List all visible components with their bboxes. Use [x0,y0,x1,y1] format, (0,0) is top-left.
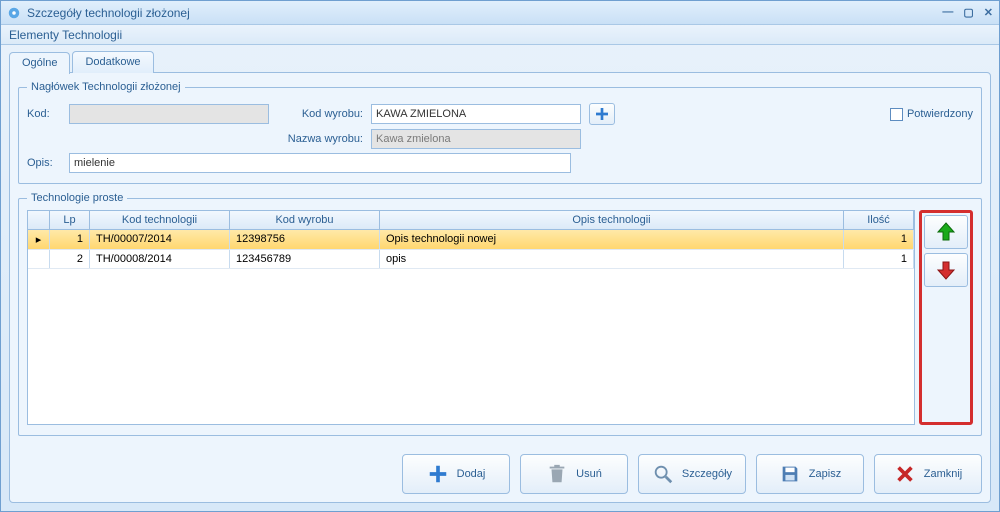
cell-kodtech: TH/00008/2014 [90,250,230,268]
zapisz-button[interactable]: Zapisz [756,454,864,494]
usun-button[interactable]: Usuń [520,454,628,494]
kod-wyrobu-input[interactable] [371,104,581,124]
cell-kodtech: TH/00007/2014 [90,230,230,249]
grid-header: Lp Kod technologii Kod wyrobu Opis techn… [28,211,914,230]
cell-kodwyr: 12398756 [230,230,380,249]
table-row[interactable]: ▸1TH/00007/201412398756Opis technologii … [28,230,914,250]
grid-body: ▸1TH/00007/201412398756Opis technologii … [28,230,914,269]
app-icon [7,6,21,20]
tab-general[interactable]: Ogólne [9,52,70,74]
opis-label: Opis: [27,157,61,169]
plus-icon [427,463,449,485]
app-window: Szczegóły technologii złożonej — ▢ ✕ Ele… [0,0,1000,512]
zamknij-button[interactable]: Zamknij [874,454,982,494]
potwierdzony-label: Potwierdzony [907,108,973,120]
arrow-up-icon [934,220,958,244]
cell-lp: 1 [50,230,90,249]
tabstrip: Ogólne Dodatkowe [9,51,991,73]
save-icon [779,463,801,485]
col-lp[interactable]: Lp [50,211,90,229]
dodaj-button[interactable]: Dodaj [402,454,510,494]
body: Ogólne Dodatkowe Nagłówek Technologii zł… [1,45,999,511]
maximize-button[interactable]: ▢ [963,6,973,19]
col-kodtech[interactable]: Kod technologii [90,211,230,229]
cell-ilosc: 1 [844,250,914,268]
potwierdzony-checkbox[interactable]: Potwierdzony [890,108,973,121]
titlebar: Szczegóły technologii złożonej — ▢ ✕ [1,1,999,25]
tab-panel: Nagłówek Technologii złożonej Kod: Kod w… [9,72,991,503]
header-legend: Nagłówek Technologii złożonej [27,81,185,93]
magnifier-icon [652,463,674,485]
close-button[interactable]: ✕ [984,6,993,19]
row-marker: ▸ [28,230,50,249]
header-fieldset: Nagłówek Technologii złożonej Kod: Kod w… [18,81,982,184]
technologie-legend: Technologie proste [27,192,127,204]
table-row[interactable]: 2TH/00008/2014123456789opis1 [28,250,914,269]
cell-opis: Opis technologii nowej [380,230,844,249]
row-marker [28,250,50,268]
nazwa-wyrobu-input [371,129,581,149]
footer-toolbar: Dodaj Usuń Szczegóły Zapisz Zamknij [18,444,982,494]
technologie-fieldset: Technologie proste Lp Kod technologii Ko… [18,192,982,436]
cell-opis: opis [380,250,844,268]
add-product-button[interactable] [589,103,615,125]
technologie-grid[interactable]: Lp Kod technologii Kod wyrobu Opis techn… [27,210,915,425]
kod-wyrobu-label: Kod wyrobu: [277,108,363,120]
kod-label: Kod: [27,108,61,120]
col-ilosc[interactable]: Ilość [844,211,914,229]
szczegoly-button[interactable]: Szczegóły [638,454,746,494]
close-icon [894,463,916,485]
nazwa-wyrobu-label: Nazwa wyrobu: [277,133,363,145]
move-down-button[interactable] [924,253,968,287]
move-up-button[interactable] [924,215,968,249]
window-title: Szczegóły technologii złożonej [27,6,942,20]
checkbox-icon [890,108,903,121]
cell-ilosc: 1 [844,230,914,249]
reorder-panel [919,210,973,425]
cell-lp: 2 [50,250,90,268]
col-opis[interactable]: Opis technologii [380,211,844,229]
plus-icon [594,106,610,122]
minimize-button[interactable]: — [942,6,953,19]
trash-icon [546,463,568,485]
cell-kodwyr: 123456789 [230,250,380,268]
arrow-down-icon [934,258,958,282]
col-kodwyr[interactable]: Kod wyrobu [230,211,380,229]
kod-input [69,104,269,124]
tab-additional[interactable]: Dodatkowe [72,51,153,73]
section-header: Elementy Technologii [1,25,999,45]
opis-input[interactable] [69,153,571,173]
window-controls: — ▢ ✕ [942,6,993,19]
